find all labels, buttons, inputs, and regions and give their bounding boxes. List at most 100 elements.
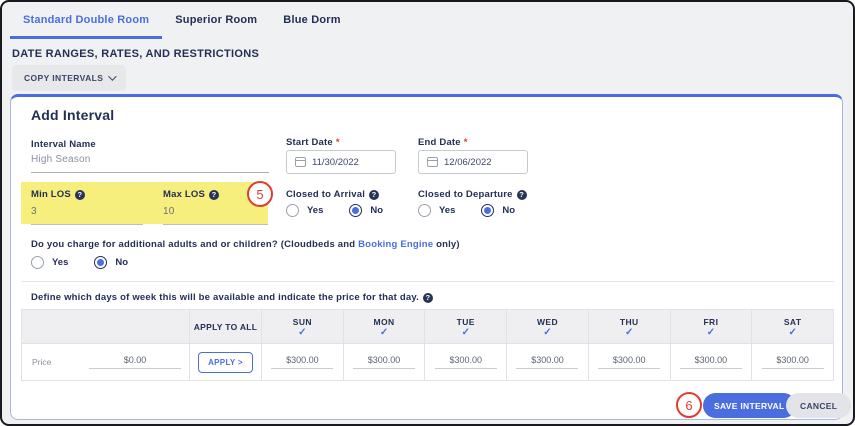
charge-radio-group: Yes No [31,256,146,269]
min-los-underline [31,224,143,225]
charge-no-radio[interactable] [94,256,107,269]
closed-to-departure-radio-group: Yes No [418,204,533,217]
day-header-mon: MON ✓ [343,310,425,343]
cancel-button[interactable]: CANCEL [786,393,851,418]
weekly-rate-table: APPLY TO ALL SUN ✓ MON ✓ TUE ✓ WED ✓ THU… [21,309,834,381]
departure-yes-label: Yes [439,205,455,216]
charge-question-text-after: only) [433,239,460,250]
day-enabled-checkmark[interactable]: ✓ [625,328,633,337]
closed-to-departure-label: Closed to Departure ? [418,189,527,200]
day-enabled-checkmark[interactable]: ✓ [462,328,470,337]
chevron-down-icon [108,72,116,80]
arrival-no-radio[interactable] [349,204,362,217]
arrival-yes-label: Yes [307,205,323,216]
price-input-thu[interactable]: $300.00 [598,355,660,369]
start-date-label: Start Date * [286,137,340,148]
day-header-sun: SUN ✓ [261,310,343,343]
days-instruction-text: Define which days of week this will be a… [31,292,419,303]
closed-to-arrival-label: Closed to Arrival ? [286,189,379,200]
price-cell-sat: $300.00 [751,343,833,380]
max-los-label: Max LOS ? [163,189,219,200]
apply-button[interactable]: APPLY > [198,352,253,373]
tab-superior-room[interactable]: Superior Room [162,12,270,39]
min-los-label: Min LOS ? [31,189,85,200]
departure-yes-radio[interactable] [418,204,431,217]
annotation-step-6: 6 [676,392,702,418]
blank-header-cell [22,310,189,343]
price-cell-sun: $300.00 [261,343,343,380]
save-interval-button[interactable]: SAVE INTERVAL [703,393,796,418]
copy-intervals-button[interactable]: COPY INTERVALS [12,65,126,91]
price-cell-mon: $300.00 [343,343,425,380]
departure-no-label: No [502,205,515,216]
charge-question: Do you charge for additional adults and … [31,239,460,250]
help-icon[interactable]: ? [423,293,433,303]
departure-no-radio[interactable] [481,204,494,217]
apply-button-cell: APPLY > [189,343,261,380]
interval-name-underline [31,172,269,173]
start-date-value: 11/30/2022 [312,157,359,168]
price-input-sat[interactable]: $300.00 [762,355,824,369]
price-cell-fri: $300.00 [670,343,752,380]
day-header-tue: TUE ✓ [424,310,506,343]
end-date-input[interactable]: 12/06/2022 [418,150,528,174]
price-input-sun[interactable]: $300.00 [271,355,333,369]
start-date-input[interactable]: 11/30/2022 [286,150,396,174]
tab-standard-double-room[interactable]: Standard Double Room [10,12,162,39]
price-input-fri[interactable]: $300.00 [680,355,742,369]
day-label: WED [537,317,558,327]
price-input-mon[interactable]: $300.00 [353,355,415,369]
closed-to-arrival-radio-group: Yes No [286,204,401,217]
interval-name-label: Interval Name [31,139,96,150]
required-asterisk: * [336,137,340,148]
max-los-underline [163,224,268,225]
card-title: Add Interval [31,107,114,123]
day-header-thu: THU ✓ [588,310,670,343]
days-instruction: Define which days of week this will be a… [31,292,433,303]
charge-yes-label: Yes [52,257,68,268]
day-label: TUE [457,317,475,327]
price-row-label-cell: Price $0.00 [22,343,189,380]
charge-yes-radio[interactable] [31,256,44,269]
section-title: DATE RANGES, RATES, AND RESTRICTIONS [12,48,259,60]
day-header-fri: FRI ✓ [670,310,752,343]
help-icon[interactable]: ? [517,190,527,200]
day-header-sat: SAT ✓ [751,310,833,343]
day-enabled-checkmark[interactable]: ✓ [380,328,388,337]
help-icon[interactable]: ? [369,190,379,200]
day-enabled-checkmark[interactable]: ✓ [298,328,306,337]
divider [21,281,834,282]
booking-engine-link[interactable]: Booking Engine [358,239,433,250]
arrival-yes-radio[interactable] [286,204,299,217]
day-label: SAT [784,317,802,327]
tab-blue-dorm[interactable]: Blue Dorm [270,12,353,39]
price-row-label: Price [32,357,51,367]
price-cell-tue: $300.00 [424,343,506,380]
add-interval-card: Add Interval Interval Name High Season S… [10,94,843,420]
min-los-input[interactable]: 3 [31,206,37,217]
closed-to-departure-label-text: Closed to Departure [418,189,513,200]
day-header-wed: WED ✓ [506,310,588,343]
help-icon[interactable]: ? [75,190,85,200]
day-label: MON [374,317,395,327]
help-icon[interactable]: ? [209,190,219,200]
day-label: FRI [703,317,718,327]
price-input-tue[interactable]: $300.00 [435,355,497,369]
start-date-label-text: Start Date [286,137,333,148]
max-los-input[interactable]: 10 [163,206,175,217]
calendar-icon [295,157,306,167]
price-input-wed[interactable]: $300.00 [516,355,578,369]
arrival-no-label: No [370,205,383,216]
day-enabled-checkmark[interactable]: ✓ [543,328,551,337]
charge-no-label: No [115,257,128,268]
closed-to-arrival-label-text: Closed to Arrival [286,189,365,200]
day-label: THU [620,317,639,327]
day-enabled-checkmark[interactable]: ✓ [788,328,796,337]
day-enabled-checkmark[interactable]: ✓ [707,328,715,337]
min-los-label-text: Min LOS [31,189,71,200]
price-cell-wed: $300.00 [506,343,588,380]
apply-all-price-input[interactable]: $0.00 [89,355,181,369]
interval-name-input[interactable]: High Season [31,154,90,165]
price-cell-thu: $300.00 [588,343,670,380]
day-label: SUN [293,317,312,327]
